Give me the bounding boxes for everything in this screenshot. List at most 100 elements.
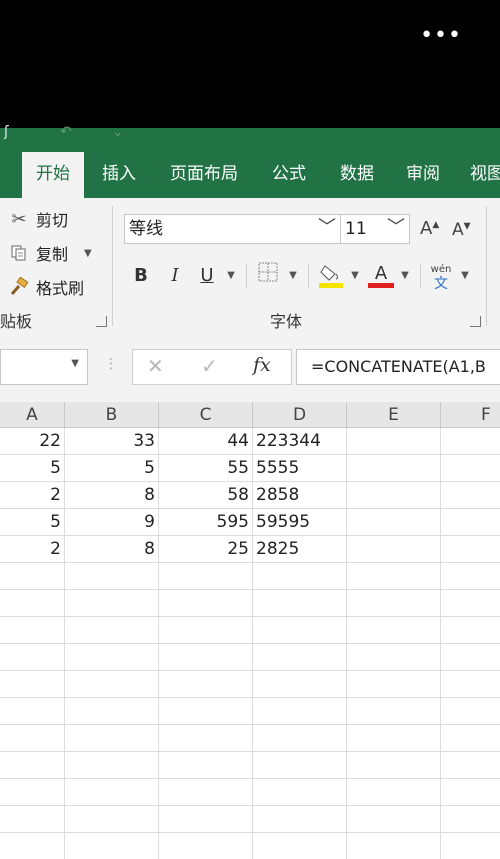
grid-cell[interactable] (65, 806, 159, 833)
column-header-f[interactable]: F (441, 402, 500, 428)
column-header-d[interactable]: D (253, 402, 347, 428)
fill-color-button[interactable] (318, 262, 344, 290)
grid-cell[interactable]: 5 (0, 509, 65, 536)
tab-home[interactable]: 开始 (22, 152, 84, 198)
grid-cell[interactable] (65, 779, 159, 806)
column-header-b[interactable]: B (65, 402, 159, 428)
grid-cell[interactable] (159, 563, 253, 590)
column-header-c[interactable]: C (159, 402, 253, 428)
grid-cell[interactable]: 8 (65, 482, 159, 509)
drag-handle-icon[interactable]: ⋮ (104, 356, 118, 372)
grid-cell[interactable] (253, 590, 347, 617)
column-header-a[interactable]: A (0, 402, 65, 428)
font-color-dropdown-icon[interactable]: ▼ (398, 262, 412, 290)
grid-cell[interactable] (347, 428, 441, 455)
grid-cell[interactable] (65, 671, 159, 698)
grid-cell[interactable] (0, 671, 65, 698)
grid-cell[interactable] (0, 617, 65, 644)
format-painter-button[interactable]: 格式刷 (8, 274, 84, 300)
grid-cell[interactable] (441, 725, 500, 752)
grid-cell[interactable] (65, 725, 159, 752)
grid-cell[interactable] (253, 752, 347, 779)
grid-cell[interactable] (0, 752, 65, 779)
fill-color-dropdown-icon[interactable]: ▼ (348, 262, 362, 290)
save-icon[interactable]: ʃ (4, 124, 9, 140)
grid-cell[interactable]: 55 (159, 455, 253, 482)
grid-cell[interactable] (65, 563, 159, 590)
tab-review[interactable]: 审阅 (398, 152, 448, 198)
grid-cell[interactable] (253, 779, 347, 806)
grid-cell[interactable] (0, 644, 65, 671)
grid-cell[interactable] (347, 698, 441, 725)
grid-cell[interactable]: 595 (159, 509, 253, 536)
copy-button[interactable]: 复制 ▼ (8, 240, 92, 266)
grid-cell[interactable] (441, 509, 500, 536)
more-options-icon[interactable]: ••• (420, 23, 462, 48)
grid-cell[interactable] (0, 725, 65, 752)
clipboard-launcher-icon[interactable] (96, 316, 107, 327)
grid-cell[interactable] (159, 617, 253, 644)
grid-cell[interactable]: 5555 (253, 455, 347, 482)
grid-cell[interactable] (65, 644, 159, 671)
grid-cell[interactable] (347, 671, 441, 698)
cancel-icon[interactable]: ✕ (147, 354, 164, 378)
grid-cell[interactable] (65, 752, 159, 779)
borders-dropdown-icon[interactable]: ▼ (286, 262, 300, 290)
grid-cell[interactable]: 2 (0, 482, 65, 509)
insert-function-button[interactable]: fx (253, 354, 271, 376)
font-color-button[interactable]: A (368, 262, 394, 290)
grid-cell[interactable] (159, 590, 253, 617)
undo-icon[interactable]: ↶ (60, 124, 72, 140)
grid-cell[interactable] (65, 833, 159, 859)
name-box[interactable]: ▼ (0, 349, 88, 385)
grid-cell[interactable] (441, 833, 500, 859)
grid-cell[interactable] (159, 833, 253, 859)
grid-cell[interactable] (441, 455, 500, 482)
grid-cell[interactable]: 2825 (253, 536, 347, 563)
grid-cell[interactable] (347, 752, 441, 779)
borders-button[interactable] (256, 262, 280, 290)
grid-cell[interactable] (441, 671, 500, 698)
grid-cell[interactable] (253, 644, 347, 671)
grid-cell[interactable]: 44 (159, 428, 253, 455)
font-name-select[interactable]: 等线 ﹀ (124, 214, 341, 244)
increase-font-size-button[interactable]: A▲ (420, 218, 439, 239)
grid-cell[interactable]: 59595 (253, 509, 347, 536)
italic-button[interactable]: I (164, 262, 186, 290)
grid-cell[interactable] (159, 779, 253, 806)
grid-cell[interactable] (0, 833, 65, 859)
grid-cell[interactable] (347, 617, 441, 644)
grid-cell[interactable] (0, 590, 65, 617)
tab-formulas[interactable]: 公式 (262, 152, 316, 198)
grid-cell[interactable] (0, 698, 65, 725)
grid-cell[interactable] (253, 563, 347, 590)
grid-cell[interactable] (65, 617, 159, 644)
grid-cell[interactable] (159, 698, 253, 725)
formula-input[interactable]: =CONCATENATE(A1,B (296, 349, 500, 385)
grid-cell[interactable] (253, 671, 347, 698)
grid-cell[interactable]: 33 (65, 428, 159, 455)
grid-cell[interactable] (159, 806, 253, 833)
bold-button[interactable]: B (130, 262, 152, 290)
grid-cell[interactable] (253, 806, 347, 833)
chevron-down-icon[interactable]: ▼ (71, 358, 79, 369)
grid-cell[interactable] (441, 536, 500, 563)
grid-cell[interactable] (441, 617, 500, 644)
grid-cell[interactable] (347, 563, 441, 590)
grid-cell[interactable] (253, 833, 347, 859)
grid-cell[interactable]: 22 (0, 428, 65, 455)
grid-cell[interactable] (441, 644, 500, 671)
grid-cell[interactable] (347, 455, 441, 482)
underline-dropdown-icon[interactable]: ▼ (224, 262, 238, 290)
grid-cell[interactable] (347, 806, 441, 833)
grid-cell[interactable] (347, 590, 441, 617)
font-launcher-icon[interactable] (470, 316, 481, 327)
grid-cell[interactable] (253, 698, 347, 725)
grid-cell[interactable]: 8 (65, 536, 159, 563)
grid-cell[interactable] (441, 428, 500, 455)
enter-icon[interactable]: ✓ (201, 354, 218, 378)
grid-cell[interactable] (65, 698, 159, 725)
grid-cell[interactable] (441, 563, 500, 590)
grid-cell[interactable]: 58 (159, 482, 253, 509)
underline-button[interactable]: U (196, 262, 218, 290)
